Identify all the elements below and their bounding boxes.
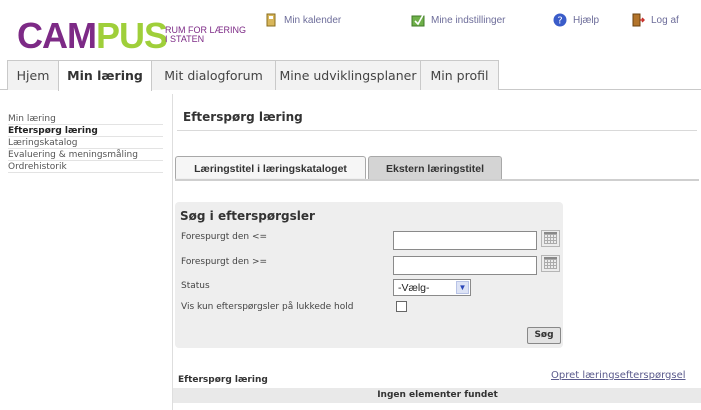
sidebar-item-order-history[interactable]: Ordrehistorik: [8, 161, 163, 173]
subtab-divider: [175, 179, 699, 181]
sub-tabs: Læringstitel i læringskataloget Ekstern …: [173, 156, 701, 180]
search-panel: Søg i efterspørgsler Forespurgt den <= F…: [175, 202, 563, 348]
logout-link[interactable]: Log af: [631, 10, 679, 30]
tagline-line2: I STATEN: [165, 34, 205, 44]
calendar-icon: [264, 13, 278, 27]
create-request-link[interactable]: Opret læringsefterspørgsel: [551, 370, 686, 381]
page-title: Efterspørg læring: [183, 110, 303, 124]
sidebar-item-catalog[interactable]: Læringskatalog: [8, 137, 163, 149]
chevron-down-icon: ▼: [456, 281, 469, 294]
title-divider: [177, 130, 697, 131]
requested-before-label: Forespurgt den <=: [181, 232, 268, 242]
search-button[interactable]: Søg: [527, 327, 561, 344]
sidebar-item-evaluation[interactable]: Evaluering & meningsmåling: [8, 149, 163, 161]
tab-my-learning[interactable]: Min læring: [58, 60, 152, 91]
calendar-picker-icon[interactable]: [541, 255, 560, 272]
tab-external-title[interactable]: Ekstern læringstitel: [368, 156, 502, 180]
closed-only-checkbox[interactable]: [396, 301, 407, 312]
status-label: Status: [181, 281, 210, 291]
settings-link[interactable]: Mine indstillinger: [411, 10, 505, 30]
main-content: Efterspørg læring Læringstitel i lærings…: [172, 94, 701, 410]
help-icon: ?: [553, 13, 567, 27]
settings-link-label: Mine indstillinger: [431, 14, 506, 26]
sidebar-item-request-learning[interactable]: Efterspørg læring: [8, 125, 163, 137]
logout-link-label: Log af: [651, 14, 679, 26]
tab-my-profile[interactable]: Min profil: [420, 60, 499, 90]
tab-home[interactable]: Hjem: [7, 60, 59, 90]
tab-dialog-forum[interactable]: Mit dialogforum: [151, 60, 276, 90]
closed-only-label: Vis kun efterspørgsler på lukkede hold: [181, 302, 354, 312]
search-title: Søg i efterspørgsler: [180, 209, 315, 223]
tab-catalog-title[interactable]: Læringstitel i læringskataloget: [175, 156, 366, 180]
door-icon: [631, 13, 646, 27]
requested-before-field[interactable]: [393, 231, 537, 250]
status-selected-value: -Vælg-: [398, 282, 430, 294]
calendar-link[interactable]: Min kalender: [264, 10, 341, 30]
empty-results-message: Ingen elementer fundet: [173, 388, 701, 403]
tab-development-plans[interactable]: Mine udviklingsplaner: [275, 60, 421, 90]
status-select[interactable]: -Vælg- ▼: [393, 279, 471, 296]
sidebar-item-my-learning[interactable]: Min læring: [8, 113, 163, 125]
requested-after-label: Forespurgt den >=: [181, 257, 268, 267]
main-nav: Hjem Min læring Mit dialogforum Mine udv…: [0, 60, 701, 91]
top-links: Min kalender Mine indstillinger ? Hjælp …: [0, 10, 701, 30]
svg-text:?: ?: [557, 16, 562, 27]
calendar-link-label: Min kalender: [284, 14, 342, 26]
sidebar: Min læring Efterspørg læring Læringskata…: [8, 113, 163, 173]
help-link-label: Hjælp: [573, 14, 600, 26]
results-title: Efterspørg læring: [178, 375, 268, 385]
calendar-picker-icon[interactable]: [541, 230, 560, 247]
settings-icon: [411, 13, 425, 27]
requested-after-field[interactable]: [393, 256, 537, 275]
header: CAMPUS RUM FOR LÆRING I STATEN Min kalen…: [0, 0, 701, 60]
help-link[interactable]: ? Hjælp: [553, 10, 599, 30]
